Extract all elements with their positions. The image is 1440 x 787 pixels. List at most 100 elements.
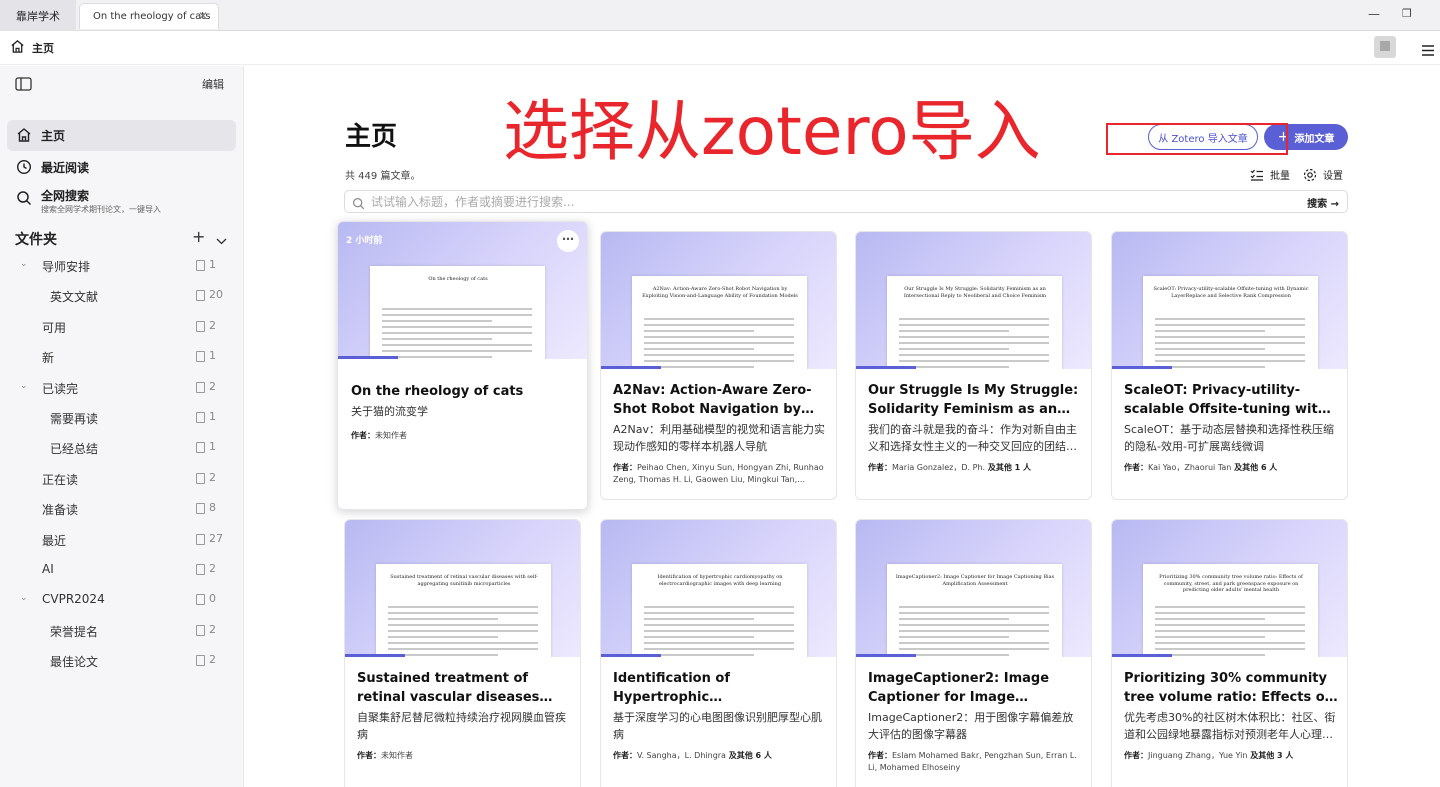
folder-item[interactable]: 荣誉提名 2 <box>0 620 244 642</box>
folder-count: 1 <box>209 349 216 363</box>
paper-preview-line <box>644 618 754 620</box>
article-card[interactable]: ImageCaptioner2: Image Captioner for Ima… <box>855 519 1092 787</box>
article-card[interactable]: Identification of hypertrophic cardiomyo… <box>600 519 837 787</box>
maximize-icon[interactable]: ❐ <box>1402 7 1412 20</box>
chevron-down-icon[interactable]: ⌄ <box>20 593 28 603</box>
folder-item[interactable]: 已经总结 1 <box>0 437 244 459</box>
paper-preview-line <box>644 330 754 332</box>
card-title[interactable]: A2Nav: Action-Aware Zero-Shot Robot Navi… <box>613 381 827 419</box>
nav-recent[interactable]: 最近阅读 <box>7 152 236 183</box>
folder-item[interactable]: 需要再读 1 <box>0 407 244 429</box>
card-authors: 作者：未知作者 <box>357 750 571 762</box>
clock-icon <box>16 159 32 179</box>
card-thumbnail: ScaleOT: Privacy-utility-scalable Offsit… <box>1112 232 1347 369</box>
folder-name: 已读完 <box>42 381 79 396</box>
author-more: 及其他 1 人 <box>985 463 1031 472</box>
article-card[interactable]: Our Struggle Is My Struggle: Solidarity … <box>855 231 1092 500</box>
folder-item[interactable]: 新1 <box>0 346 244 368</box>
paper-preview: Identification of hypertrophic cardiomyo… <box>632 564 807 657</box>
nav-home[interactable]: 主页 <box>7 120 236 151</box>
paper-preview-line <box>899 318 1049 320</box>
folder-item[interactable]: 准备读 8 <box>0 498 244 520</box>
close-tab-icon[interactable]: ✕ <box>198 9 208 23</box>
avatar[interactable] <box>1374 36 1396 58</box>
card-authors: 作者：Kai Yao，Zhaorui Tan 及其他 6 人 <box>1124 462 1338 474</box>
article-card[interactable]: ScaleOT: Privacy-utility-scalable Offsit… <box>1111 231 1348 500</box>
folder-item[interactable]: ⌄ 导师安排 1 <box>0 255 244 277</box>
card-title[interactable]: Our Struggle Is My Struggle: Solidarity … <box>868 381 1082 419</box>
paper-preview: Our Struggle Is My Struggle: Solidarity … <box>887 276 1062 369</box>
card-authors: 作者：V. Sangha，L. Dhingra 及其他 6 人 <box>613 750 827 762</box>
breadcrumb-home[interactable]: 主页 <box>32 40 54 56</box>
document-icon <box>196 320 205 332</box>
folder-count: 20 <box>209 288 223 302</box>
card-title[interactable]: On the rheology of cats <box>351 382 576 401</box>
hamburger-menu-icon[interactable] <box>1422 41 1434 60</box>
nav-web-search-label: 全网搜索 <box>41 189 90 203</box>
chevron-down-icon[interactable]: ⌄ <box>20 381 28 391</box>
card-subtitle: 我们的奋斗就是我的奋斗：作为对新自由主义和选择女性主义的一种交叉回应的团结女性主… <box>868 423 1077 453</box>
author-label: 作者： <box>613 463 637 472</box>
paper-preview-title: Identification of hypertrophic cardiomyo… <box>657 574 783 587</box>
paper-preview-line <box>382 326 532 328</box>
article-card[interactable]: Sustained treatment of retinal vascular … <box>344 519 581 787</box>
card-thumbnail: Sustained treatment of retinal vascular … <box>345 520 580 657</box>
nav-web-search[interactable]: 全网搜索 搜索全网学术期刊论文，一键导入 <box>7 183 236 217</box>
article-card[interactable]: Prioritizing 30% community tree volume r… <box>1111 519 1348 787</box>
folder-item[interactable]: ⌄ CVPR2024 0 <box>0 589 244 611</box>
author-label: 作者： <box>1124 463 1148 472</box>
card-title[interactable]: ImageCaptioner2: Image Captioner for Ima… <box>868 669 1082 707</box>
folder-item[interactable]: 最近 27 <box>0 529 244 551</box>
card-title[interactable]: Prioritizing 30% community tree volume r… <box>1124 669 1338 707</box>
folder-name: 新 <box>42 351 55 366</box>
search-input[interactable] <box>371 193 1271 210</box>
settings-button[interactable]: 设置 <box>1303 167 1343 182</box>
folder-item[interactable]: ⌄ 已读完 2 <box>0 377 244 399</box>
paper-preview-line <box>388 648 538 650</box>
folder-item[interactable]: 最佳论文 2 <box>0 650 244 672</box>
card-title[interactable]: Identification of Hypertrophic Cardiomyo… <box>613 669 827 707</box>
paper-preview-line <box>388 618 498 620</box>
chevron-down-icon[interactable]: ⌄ <box>20 259 28 269</box>
card-title[interactable]: ScaleOT: Privacy-utility-scalable Offsit… <box>1124 381 1338 419</box>
nav-web-search-subtitle: 搜索全网学术期刊论文，一键导入 <box>41 205 161 214</box>
folder-item[interactable]: 正在读 2 <box>0 468 244 490</box>
edit-button[interactable]: 编辑 <box>202 76 224 92</box>
paper-preview-title: ImageCaptioner2: Image Captioner for Ima… <box>895 574 1055 587</box>
folder-item[interactable]: 英文文献 20 <box>0 285 244 307</box>
document-icon <box>196 594 205 606</box>
folder-item[interactable]: 可用 2 <box>0 316 244 338</box>
document-tab[interactable]: On the rheology of cats ✕ <box>79 3 219 29</box>
folder-name: 最佳论文 <box>50 655 99 670</box>
document-icon <box>196 381 205 393</box>
paper-preview-line <box>1155 636 1265 638</box>
paper-preview-line <box>382 308 532 310</box>
card-title[interactable]: Sustained treatment of retinal vascular … <box>357 669 571 707</box>
author-names: Kai Yao，Zhaorui Tan <box>1148 463 1232 472</box>
chevron-down-icon[interactable] <box>216 230 227 249</box>
paper-preview-line <box>644 324 794 326</box>
sidebar-toggle-icon[interactable] <box>15 76 32 95</box>
card-authors: 作者：未知作者 <box>351 430 565 442</box>
paper-preview-line <box>382 356 492 358</box>
paper-preview-line <box>382 320 492 322</box>
search-button[interactable]: 搜索 → <box>1307 195 1339 210</box>
paper-preview-line <box>644 348 754 350</box>
paper-preview-line <box>899 648 1049 650</box>
card-accent-bar <box>1112 366 1172 369</box>
article-card[interactable]: A2Nav: Action-Aware Zero-Shot Robot Navi… <box>600 231 837 500</box>
batch-button[interactable]: 批量 <box>1250 167 1290 182</box>
add-folder-icon[interactable]: + <box>192 227 205 246</box>
more-options-icon[interactable]: ⋯ <box>557 230 579 252</box>
author-names: 未知作者 <box>375 431 407 440</box>
article-card[interactable]: On the rheology of cats 2 小时前 ⋯ On the rheo… <box>337 221 588 510</box>
app-tab[interactable]: 靠岸学术 <box>0 0 76 31</box>
card-accent-bar <box>856 654 916 657</box>
minimize-icon[interactable]: — <box>1368 7 1380 21</box>
home-icon[interactable] <box>10 39 25 58</box>
paper-preview-line <box>899 336 1049 338</box>
folder-name: 已经总结 <box>50 442 99 457</box>
folder-item[interactable]: AI 2 <box>0 559 244 581</box>
author-more: 及其他 6 人 <box>1231 463 1278 472</box>
batch-label: 批量 <box>1270 171 1290 182</box>
